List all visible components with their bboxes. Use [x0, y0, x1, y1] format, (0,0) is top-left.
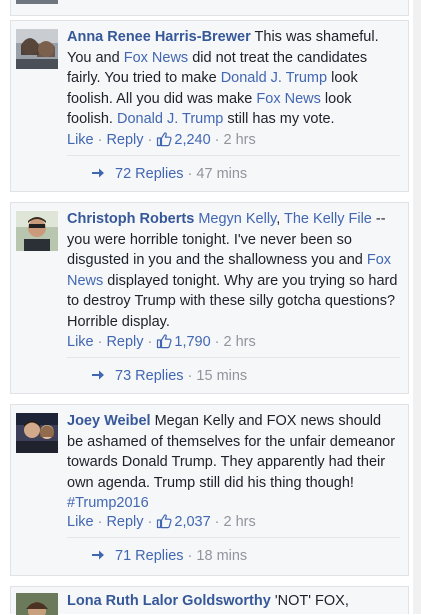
comment-actions: Like · Reply · 2,037 · 2 hrs: [67, 513, 256, 531]
thumbs-up-icon[interactable]: [156, 131, 172, 147]
tagged-link[interactable]: Donald J. Trump: [221, 70, 327, 86]
divider: [67, 155, 400, 156]
comment-body: Joey Weibel Megan Kelly and FOX news sho…: [67, 411, 401, 514]
comment-card: Lona Ruth Lalor Goldsworthy 'NOT' FOX,: [10, 586, 409, 615]
view-replies-link[interactable]: 71 Replies · 18 mins: [91, 547, 247, 565]
tagged-link[interactable]: Donald J. Trump: [117, 111, 223, 127]
replies-timestamp: 15 mins: [196, 368, 248, 384]
thumbs-up-icon[interactable]: [156, 333, 172, 349]
comment-card: Christoph Roberts Megyn Kelly, The Kelly…: [10, 202, 409, 394]
previous-comment-stub: [10, 0, 409, 16]
view-replies-link[interactable]: 72 Replies · 47 mins: [91, 165, 247, 183]
separator-dot: ·: [147, 132, 153, 148]
comment-author-link[interactable]: Anna Renee Harris-Brewer: [67, 29, 251, 45]
like-button[interactable]: Like: [67, 334, 94, 350]
tagged-link[interactable]: Fox News: [124, 50, 188, 66]
avatar-image: [16, 413, 58, 453]
comment-timestamp[interactable]: 2 hrs: [224, 514, 256, 530]
comment-card: Anna Renee Harris-Brewer This was shamef…: [10, 20, 409, 192]
divider: [67, 357, 400, 358]
comment-author-link[interactable]: Joey Weibel: [67, 413, 151, 429]
separator-dot: ·: [147, 514, 153, 530]
comment-timestamp[interactable]: 2 hrs: [224, 334, 256, 350]
comment-feed: Anna Renee Harris-Brewer This was shamef…: [0, 0, 421, 615]
separator-dot: ·: [97, 514, 103, 530]
separator-dot: ·: [214, 514, 220, 530]
comment-body: Lona Ruth Lalor Goldsworthy 'NOT' FOX,: [67, 591, 401, 612]
avatar[interactable]: [16, 0, 58, 4]
tagged-link[interactable]: The Kelly File: [284, 211, 372, 227]
like-count[interactable]: 1,790: [174, 334, 210, 350]
separator-dot: ·: [97, 334, 103, 350]
separator-dot: ·: [214, 334, 220, 350]
comment-body: Christoph Roberts Megyn Kelly, The Kelly…: [67, 209, 401, 332]
reply-button[interactable]: Reply: [106, 132, 143, 148]
thumbs-up-icon[interactable]: [156, 513, 172, 529]
comment-text: Megyn Kelly, The Kelly File -- you were …: [67, 211, 398, 330]
comment-author-link[interactable]: Lona Ruth Lalor Goldsworthy: [67, 593, 271, 609]
replies-timestamp: 47 mins: [196, 166, 248, 182]
comment-author-link[interactable]: Christoph Roberts: [67, 211, 194, 227]
comment-card: Joey Weibel Megan Kelly and FOX news sho…: [10, 404, 409, 576]
like-button[interactable]: Like: [67, 132, 94, 148]
replies-count[interactable]: 72 Replies: [115, 166, 184, 182]
tagged-link[interactable]: Megyn Kelly: [198, 211, 276, 227]
avatar-image: [16, 593, 58, 615]
tagged-link[interactable]: Fox News: [256, 91, 320, 107]
hashtag-link[interactable]: #Trump2016: [67, 495, 149, 511]
comment-text: 'NOT' FOX,: [270, 593, 349, 609]
separator-dot: ·: [97, 132, 103, 148]
avatar-image: [16, 211, 58, 251]
replies-count[interactable]: 73 Replies: [115, 368, 184, 384]
reply-arrow-icon: [92, 550, 104, 560]
separator-dot: ·: [147, 334, 153, 350]
comment-actions: Like · Reply · 2,240 · 2 hrs: [67, 131, 256, 149]
comment-actions: Like · Reply · 1,790 · 2 hrs: [67, 333, 256, 351]
like-button[interactable]: Like: [67, 514, 94, 530]
reply-arrow-icon: [92, 168, 104, 178]
like-count[interactable]: 2,240: [174, 132, 210, 148]
comment-body: Anna Renee Harris-Brewer This was shamef…: [67, 27, 401, 130]
avatar[interactable]: [16, 211, 58, 251]
reply-arrow-icon: [92, 370, 104, 380]
like-count[interactable]: 2,037: [174, 514, 210, 530]
replies-count[interactable]: 71 Replies: [115, 548, 184, 564]
avatar[interactable]: [16, 593, 58, 615]
replies-timestamp: 18 mins: [196, 548, 248, 564]
divider: [67, 537, 400, 538]
separator-dot: ·: [214, 132, 220, 148]
reply-button[interactable]: Reply: [106, 514, 143, 530]
scrollbar[interactable]: [413, 0, 421, 614]
avatar-image: [16, 29, 58, 69]
comment-timestamp[interactable]: 2 hrs: [224, 132, 256, 148]
avatar[interactable]: [16, 413, 58, 453]
view-replies-link[interactable]: 73 Replies · 15 mins: [91, 367, 247, 385]
reply-button[interactable]: Reply: [106, 334, 143, 350]
avatar[interactable]: [16, 29, 58, 69]
